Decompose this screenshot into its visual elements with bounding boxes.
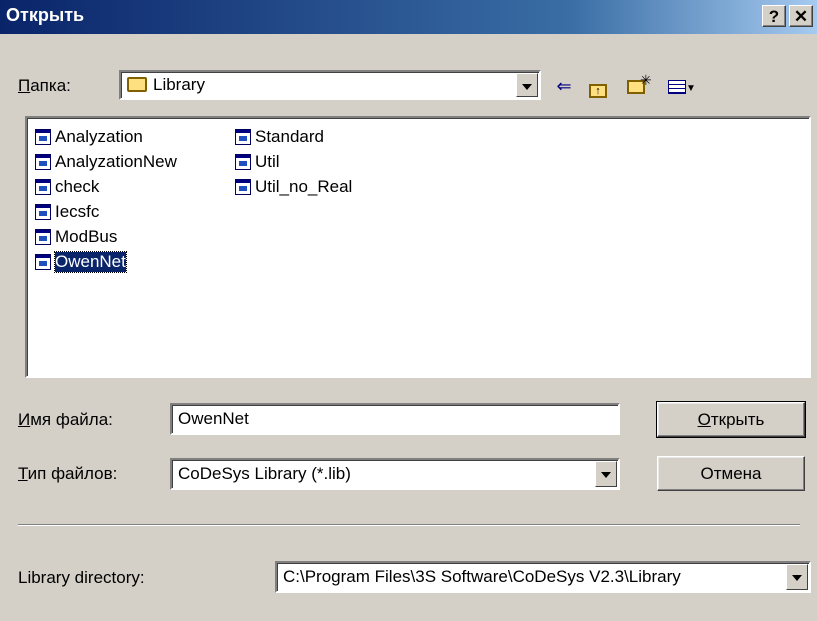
filetype-value: CoDeSys Library (*.lib) — [178, 464, 351, 483]
library-file-icon — [35, 204, 51, 220]
folder-icon — [127, 77, 147, 92]
libdir-dropdown[interactable]: C:\Program Files\3S Software\CoDeSys V2.… — [275, 561, 811, 593]
new-folder-icon[interactable]: ✳ — [624, 72, 652, 98]
lookin-dropdown-arrow[interactable] — [516, 73, 538, 97]
library-file-icon — [35, 154, 51, 170]
lookin-value: Library — [153, 75, 205, 94]
file-item[interactable]: ModBus — [35, 226, 117, 248]
file-list[interactable]: Analyzation AnalyzationNew check Iecsfc ModB… — [25, 116, 811, 378]
file-name: OwenNet — [54, 251, 127, 273]
libdir-dropdown-arrow[interactable] — [786, 564, 808, 590]
filename-label: Имя файла: — [18, 410, 113, 429]
library-file-icon — [235, 129, 251, 145]
title-bar: Открыть ? ✕ — [0, 0, 817, 34]
library-file-icon — [35, 129, 51, 145]
filetype-dropdown-arrow[interactable] — [595, 461, 617, 487]
library-file-icon — [235, 179, 251, 195]
file-name: check — [55, 177, 100, 196]
back-arrow-icon[interactable]: ⇐ — [552, 74, 576, 98]
cancel-button[interactable]: Отмена — [657, 456, 805, 491]
file-item[interactable]: Util_no_Real — [235, 176, 352, 198]
file-name: ModBus — [55, 227, 118, 246]
file-item[interactable]: AnalyzationNew — [35, 151, 177, 173]
window-title: Открыть — [6, 5, 85, 25]
file-name: Iecsfc — [55, 202, 100, 221]
library-file-icon — [35, 229, 51, 245]
view-menu-icon[interactable]: ▼ — [664, 74, 700, 98]
lookin-label: Папка: — [18, 76, 71, 95]
libdir-value: C:\Program Files\3S Software\CoDeSys V2.… — [283, 567, 681, 586]
up-folder-icon[interactable]: ↑ — [586, 74, 610, 98]
file-name: Util — [255, 152, 280, 171]
open-button[interactable]: Открыть — [656, 401, 806, 438]
library-file-icon — [35, 254, 51, 270]
file-item[interactable]: OwenNet — [35, 251, 127, 273]
filename-value: OwenNet — [178, 409, 249, 428]
filetype-dropdown[interactable]: CoDeSys Library (*.lib) — [170, 458, 620, 490]
file-item[interactable]: Analyzation — [35, 126, 143, 148]
library-file-icon — [235, 154, 251, 170]
filetype-label: Тип файлов: — [18, 464, 118, 483]
file-item[interactable]: Util — [235, 151, 280, 173]
close-button[interactable]: ✕ — [789, 5, 813, 27]
lookin-dropdown[interactable]: Library — [119, 70, 541, 100]
separator — [18, 524, 800, 526]
file-name: Util_no_Real — [255, 177, 353, 196]
file-item[interactable]: Iecsfc — [35, 201, 99, 223]
libdir-label: Library directory: — [18, 568, 145, 587]
file-name: Analyzation — [55, 127, 143, 146]
file-item[interactable]: check — [35, 176, 99, 198]
file-item[interactable]: Standard — [235, 126, 324, 148]
help-button[interactable]: ? — [762, 5, 786, 27]
file-name: AnalyzationNew — [55, 152, 177, 171]
library-file-icon — [35, 179, 51, 195]
file-name: Standard — [255, 127, 324, 146]
filename-input[interactable]: OwenNet — [170, 403, 620, 435]
